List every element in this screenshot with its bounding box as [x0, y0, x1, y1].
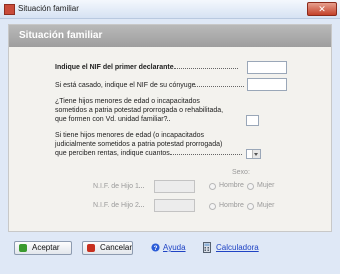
form-panel: Situación familiar Indique el NIF del pr… — [8, 24, 332, 232]
nif-spouse-label: Si está casado, indique el NIF de su cón… — [55, 82, 245, 90]
cancel-button[interactable]: Cancelar — [82, 241, 133, 255]
child1-mujer-label: Mujer — [257, 182, 275, 189]
child1-hombre-radio[interactable] — [209, 183, 216, 190]
children-income-line3: que perciben rentas, indique cuantos — [55, 150, 242, 158]
children-family-line3: que formen con Vd. unidad familiar? — [55, 116, 171, 124]
nif-first-declarant-label: Indique el NIF del primer declarante — [55, 64, 238, 72]
child2-hombre-label: Hombre — [219, 202, 244, 209]
chevron-down-icon — [252, 150, 260, 158]
help-link[interactable]: Ayuda — [163, 243, 186, 252]
children-family-checkbox[interactable] — [246, 115, 259, 126]
child2-hombre-radio[interactable] — [209, 203, 216, 210]
children-income-line1: Si tiene hijos menores de edad (o incapa… — [55, 132, 205, 139]
child2-nif-label: N.I.F. de Hijo 2 — [93, 202, 144, 209]
child1-hombre-label: Hombre — [219, 182, 244, 189]
children-count-select[interactable] — [246, 149, 261, 159]
cancel-label: Cancelar — [100, 243, 133, 252]
accept-button[interactable]: Aceptar — [14, 241, 72, 255]
help-icon: ? — [151, 243, 160, 252]
panel-header: Situación familiar — [9, 25, 331, 47]
window-title: Situación familiar — [18, 4, 79, 13]
checkmark-icon — [19, 244, 27, 252]
children-income-line2: judicialmente sometidos a patria potesta… — [55, 141, 223, 148]
child1-nif-input[interactable] — [154, 180, 195, 193]
sexo-label: Sexo: — [232, 169, 250, 176]
close-button[interactable]: ✕ — [307, 2, 337, 16]
child2-mujer-radio[interactable] — [247, 203, 254, 210]
calculator-link[interactable]: Calculadora — [216, 243, 259, 252]
children-family-line2: sometidos a patria potestad prorrogada o… — [55, 107, 224, 114]
children-family-line1: ¿Tiene hijos menores de edad o incapacit… — [55, 98, 200, 105]
nif-spouse-input[interactable] — [247, 78, 287, 91]
child2-mujer-label: Mujer — [257, 202, 275, 209]
child1-nif-label: N.I.F. de Hijo 1 — [93, 183, 144, 190]
svg-text:?: ? — [154, 245, 158, 252]
accept-label: Aceptar — [32, 243, 60, 252]
cancel-icon — [87, 244, 95, 252]
child1-mujer-radio[interactable] — [247, 183, 254, 190]
calculator-icon — [203, 242, 211, 253]
title-bar: Situación familiar ✕ — [0, 0, 340, 19]
nif-first-declarant-input[interactable] — [247, 61, 287, 74]
app-icon — [4, 4, 15, 15]
child2-nif-input[interactable] — [154, 199, 195, 212]
